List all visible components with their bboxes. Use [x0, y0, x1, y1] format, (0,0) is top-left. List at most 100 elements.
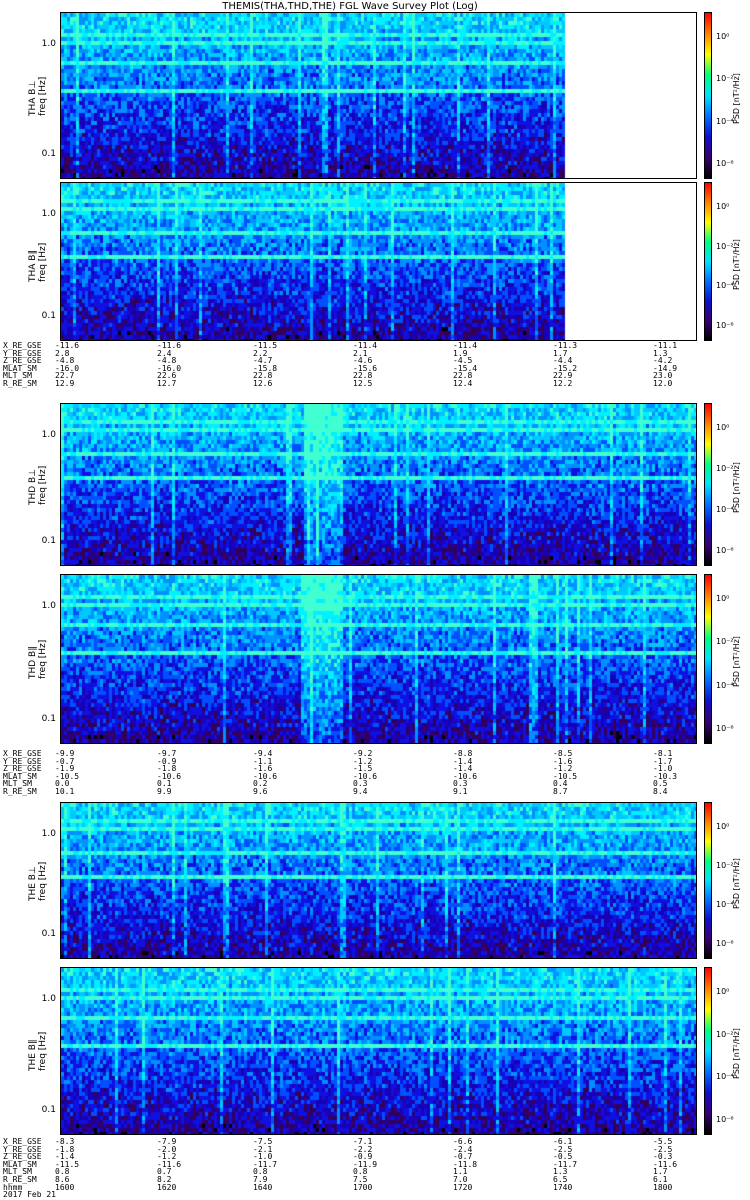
ephemeris-row: R_RE_SM 10.1 9.9 9.6 9.4 9.1 8.7 8.4: [3, 788, 703, 796]
colorbar-tick-label: 10⁻²: [716, 637, 734, 647]
ephemeris-value: 9.6: [253, 786, 268, 796]
ephemeris-row-label: R_RE_SM: [3, 378, 37, 388]
spectrogram-panel-thd-3: [60, 574, 697, 744]
colorbar-tick-label: 10⁻⁶: [716, 546, 734, 555]
spectrogram-image: [61, 575, 696, 743]
colorbar-tick-label: 10⁻²: [716, 861, 734, 870]
colorbar-label: PSD [nT²/Hz]: [732, 461, 741, 513]
y-tick-label: 1.0: [41, 601, 56, 611]
ephemeris-table-0: X_RE_GSE -11.6 -11.6 -11.5 -11.4 -11.4 -11.3 -1…: [3, 342, 703, 388]
spectrogram-image: [61, 13, 696, 178]
spectrogram-panel-thd-2: [60, 403, 697, 566]
y-tick-label: 0.1: [41, 1105, 56, 1115]
ephemeris-value: 1620: [157, 1182, 177, 1192]
y-tick-label: 1.0: [41, 39, 56, 49]
colorbar: [704, 12, 712, 179]
colorbar-tick-label: 10⁻⁶: [716, 321, 734, 330]
colorbar: [704, 182, 712, 341]
colorbar-tick-label: 10⁰: [716, 987, 730, 996]
y-tick-label: 1.0: [41, 829, 56, 839]
y-axis-label-freq: freq [Hz]: [38, 861, 48, 901]
ephemeris-value: 12.6: [253, 378, 273, 388]
ephemeris-value: 12.0: [653, 378, 673, 388]
colorbar-tick-label: 10⁻²: [716, 74, 734, 84]
ephemeris-row-label: R_RE_SM: [3, 786, 37, 796]
colorbar: [704, 967, 712, 1135]
ephemeris-value: 12.2: [553, 378, 573, 388]
colorbar-tick-label: 10⁻⁴: [716, 505, 734, 514]
spectrogram-panel-the-4: [60, 802, 697, 959]
colorbar-tick-label: 10⁻⁶: [716, 1115, 734, 1124]
y-axis-label-probe: THE B⊥: [28, 865, 38, 901]
colorbar-tick-label: 10⁰: [716, 32, 730, 41]
ephemeris-row: 2017 Feb 21: [3, 1191, 703, 1199]
colorbar-label: PSD [nT²/Hz]: [732, 72, 741, 124]
colorbar-tick-label: 10⁰: [716, 594, 730, 603]
spectrogram-image: [61, 183, 696, 340]
ephemeris-value: 1700: [353, 1182, 373, 1192]
colorbar-tick-label: 10⁻⁴: [716, 1072, 734, 1082]
spectrogram-panel-the-5: [60, 967, 697, 1135]
ephemeris-value: 9.9: [157, 786, 172, 796]
colorbar-tick-label: 10⁻⁶: [716, 939, 734, 948]
colorbar-tick-label: 10⁻⁴: [716, 281, 734, 291]
y-tick-label: 1.0: [41, 994, 56, 1004]
colorbar-tick-label: 10⁻²: [716, 241, 734, 251]
ephemeris-value: 10.1: [55, 786, 75, 796]
plot-title: THEMIS(THA,THD,THE) FGL Wave Survey Plot…: [222, 1, 478, 12]
y-tick-label: 0.1: [41, 149, 56, 159]
spectrogram-panel-tha-1: [60, 182, 697, 341]
ephemeris-value: 12.7: [157, 378, 177, 388]
y-tick-label: 0.1: [41, 714, 56, 724]
ephemeris-table-1: X_RE_GSE -9.9 -9.7 -9.4 -9.2 -8.8 -8.5 -8.1 Y_RE…: [3, 750, 703, 796]
y-axis-label-freq: freq [Hz]: [38, 76, 48, 116]
y-axis-label-freq: freq [Hz]: [38, 242, 48, 282]
colorbar-tick-label: 10⁻⁶: [716, 724, 734, 733]
y-tick-label: 0.1: [41, 536, 56, 546]
ephemeris-row: hhmm 1600 1620 1640 1700 1720 1740 1800: [3, 1182, 703, 1192]
colorbar-label: PSD [nT²/Hz]: [732, 238, 741, 290]
colorbar-tick-label: 10⁻²: [716, 464, 734, 473]
y-axis-label-probe: THA B∥: [28, 249, 38, 282]
colorbar-tick-label: 10⁻⁴: [716, 900, 734, 909]
colorbar-tick-label: 10⁰: [716, 822, 730, 831]
spectrogram-image: [61, 803, 696, 958]
ephemeris-value: 9.1: [453, 786, 468, 796]
y-axis-label-probe: THD B∥: [28, 646, 38, 679]
ephemeris-value: 12.5: [353, 378, 373, 388]
spectrogram-image: [61, 968, 696, 1134]
y-axis-label-freq: freq [Hz]: [38, 639, 48, 679]
y-axis-label-probe: THA B⊥: [28, 80, 38, 116]
y-tick-label: 0.1: [41, 311, 56, 321]
y-axis-label-freq: freq [Hz]: [38, 1031, 48, 1071]
y-axis-label-freq: freq [Hz]: [38, 465, 48, 505]
ephemeris-row-label: 2017 Feb 21: [3, 1190, 56, 1200]
colorbar-label: PSD [nT²/Hz]: [732, 1028, 741, 1079]
colorbar-label: PSD [nT²/Hz]: [732, 636, 741, 687]
y-tick-label: 1.0: [41, 430, 56, 440]
colorbar: [704, 574, 712, 744]
y-axis-label-probe: THD B⊥: [28, 468, 38, 505]
ephemeris-value: 12.9: [55, 378, 75, 388]
ephemeris-table-2: X_RE_GSE -8.3 -7.9 -7.5 -7.1 -6.6 -6.1 -5.5 Y_RE…: [3, 1138, 703, 1199]
ephemeris-value: 9.4: [353, 786, 368, 796]
colorbar-tick-label: 10⁻²: [716, 1029, 734, 1039]
colorbar-tick-label: 10⁻⁴: [716, 680, 734, 690]
ephemeris-value: 12.4: [453, 378, 473, 388]
ephemeris-value: 1720: [453, 1182, 473, 1192]
colorbar-tick-label: 10⁰: [716, 202, 730, 211]
colorbar-tick-label: 10⁰: [716, 423, 730, 432]
spectrogram-panel-tha-0: [60, 12, 697, 179]
y-axis-label-probe: THE B∥: [28, 1039, 38, 1072]
ephemeris-value: 1740: [553, 1182, 573, 1192]
ephemeris-value: 8.7: [553, 786, 568, 796]
colorbar-label: PSD [nT²/Hz]: [732, 857, 741, 909]
colorbar-tick-label: 10⁻⁴: [716, 116, 734, 126]
ephemeris-value: 1640: [253, 1182, 273, 1192]
ephemeris-row: R_RE_SM 12.9 12.7 12.6 12.5 12.4 12.2 12.0: [3, 380, 703, 388]
colorbar-tick-label: 10⁻⁶: [716, 159, 734, 168]
y-tick-label: 1.0: [41, 209, 56, 219]
ephemeris-value: 1800: [653, 1182, 673, 1192]
spectrogram-image: [61, 404, 696, 565]
ephemeris-value: 8.4: [653, 786, 668, 796]
